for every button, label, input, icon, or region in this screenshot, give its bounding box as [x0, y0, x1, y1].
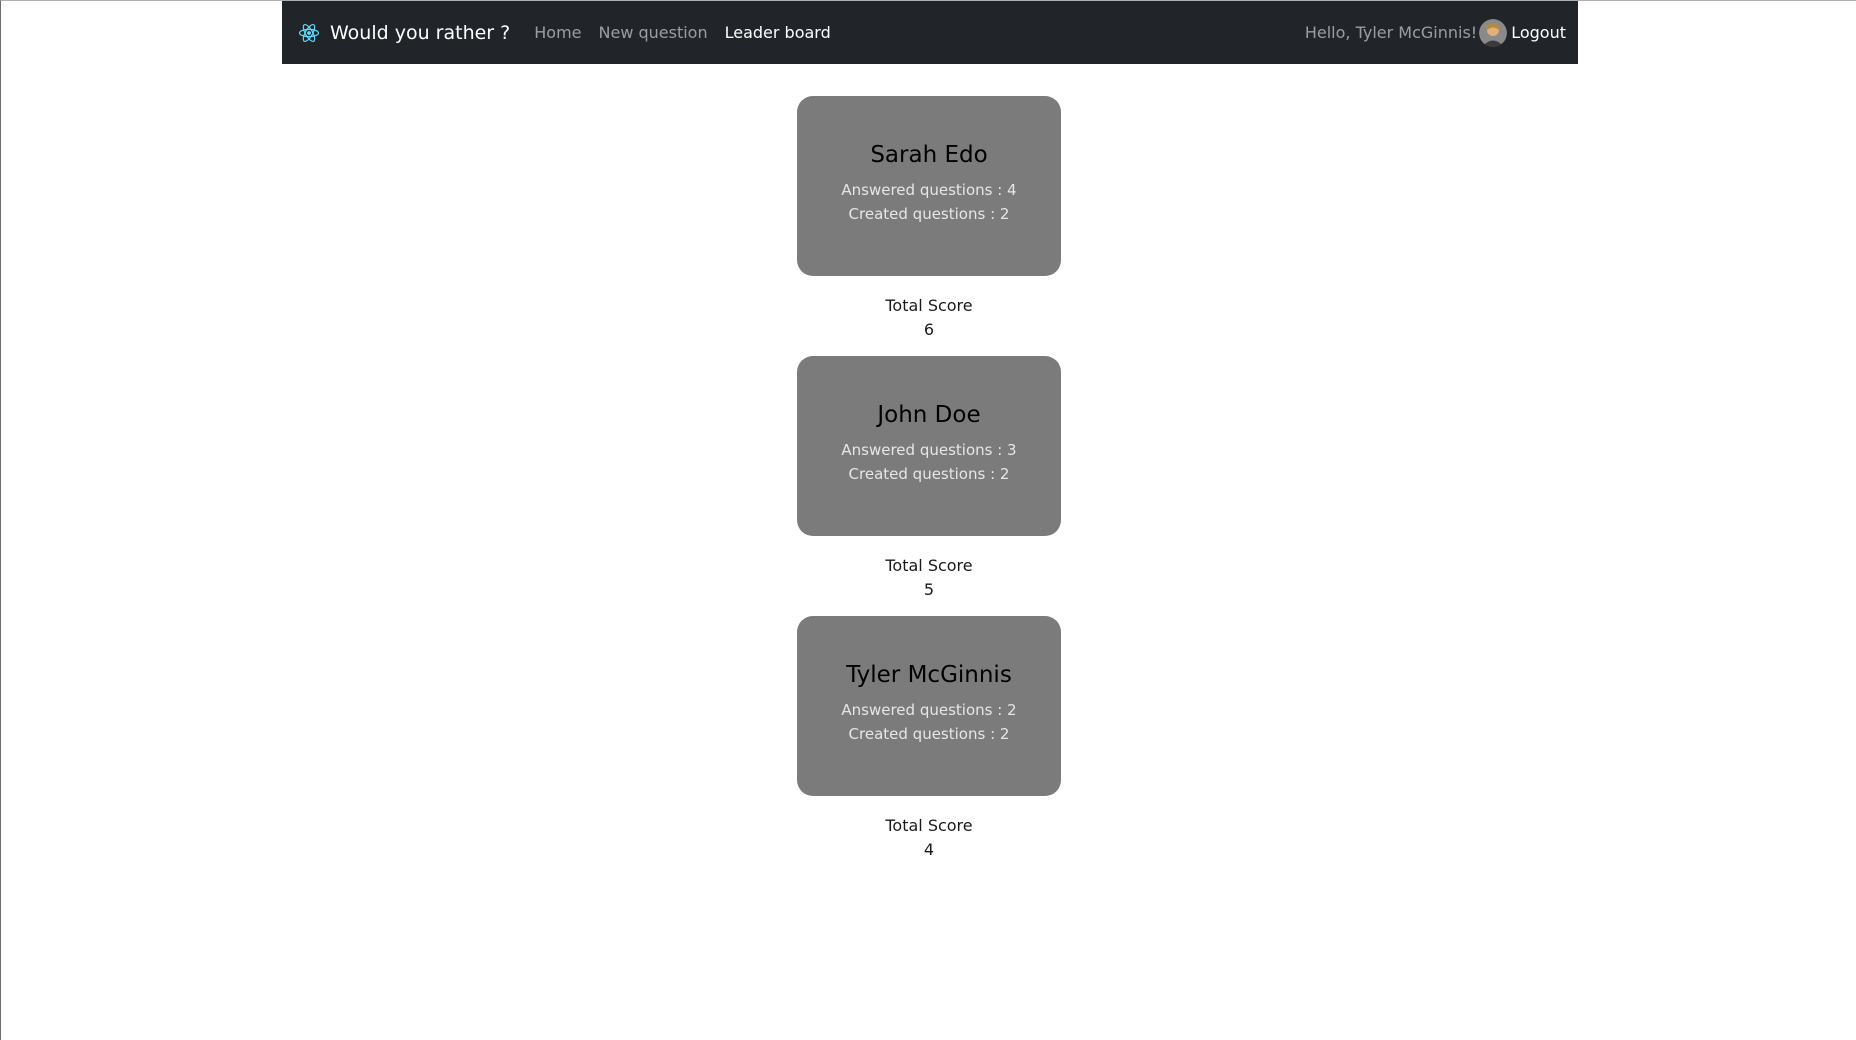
- total-score-label: Total Score: [885, 556, 973, 575]
- created-questions: Created questions : 2: [848, 725, 1010, 743]
- user-card: John Doe Answered questions : 3 Created …: [797, 356, 1061, 536]
- total-score-value: 5: [923, 580, 935, 599]
- total-score-value: 4: [923, 840, 935, 859]
- total-score-label: Total Score: [885, 816, 973, 835]
- answered-questions: Answered questions : 4: [841, 181, 1017, 199]
- answered-questions: Answered questions : 2: [841, 701, 1017, 719]
- top-navbar: Would you rather ? Home New question Lea…: [282, 1, 1578, 64]
- nav-link-home[interactable]: Home: [534, 23, 581, 42]
- user-area: Hello, Tyler McGinnis! Logout: [1304, 18, 1566, 47]
- leaderboard-entry: Sarah Edo Answered questions : 4 Created…: [797, 96, 1061, 356]
- brand-title: Would you rather ?: [330, 21, 511, 44]
- logout-link[interactable]: Logout: [1511, 23, 1566, 42]
- user-card: Sarah Edo Answered questions : 4 Created…: [797, 96, 1061, 276]
- page: Would you rather ? Home New question Lea…: [0, 0, 1856, 1040]
- leaderboard-entry: Tyler McGinnis Answered questions : 2 Cr…: [797, 616, 1061, 876]
- user-name: John Doe: [877, 402, 981, 428]
- user-greeting: Hello, Tyler McGinnis!: [1304, 23, 1478, 42]
- user-name: Sarah Edo: [870, 142, 988, 168]
- leaderboard-entry: John Doe Answered questions : 3 Created …: [797, 356, 1061, 616]
- nav-link-new-question[interactable]: New question: [599, 23, 708, 42]
- total-score-label: Total Score: [885, 296, 973, 315]
- brand-link[interactable]: Would you rather ?: [298, 22, 510, 44]
- leaderboard: Sarah Edo Answered questions : 4 Created…: [1, 96, 1856, 876]
- user-card: Tyler McGinnis Answered questions : 2 Cr…: [797, 616, 1061, 796]
- total-score-value: 6: [923, 320, 935, 339]
- user-avatar: [1479, 18, 1508, 47]
- nav-link-leader-board[interactable]: Leader board: [725, 23, 831, 42]
- react-atom-icon: [298, 22, 320, 44]
- created-questions: Created questions : 2: [848, 205, 1010, 223]
- created-questions: Created questions : 2: [848, 465, 1010, 483]
- nav-links: Home New question Leader board: [534, 23, 848, 42]
- answered-questions: Answered questions : 3: [841, 441, 1017, 459]
- user-name: Tyler McGinnis: [846, 662, 1012, 688]
